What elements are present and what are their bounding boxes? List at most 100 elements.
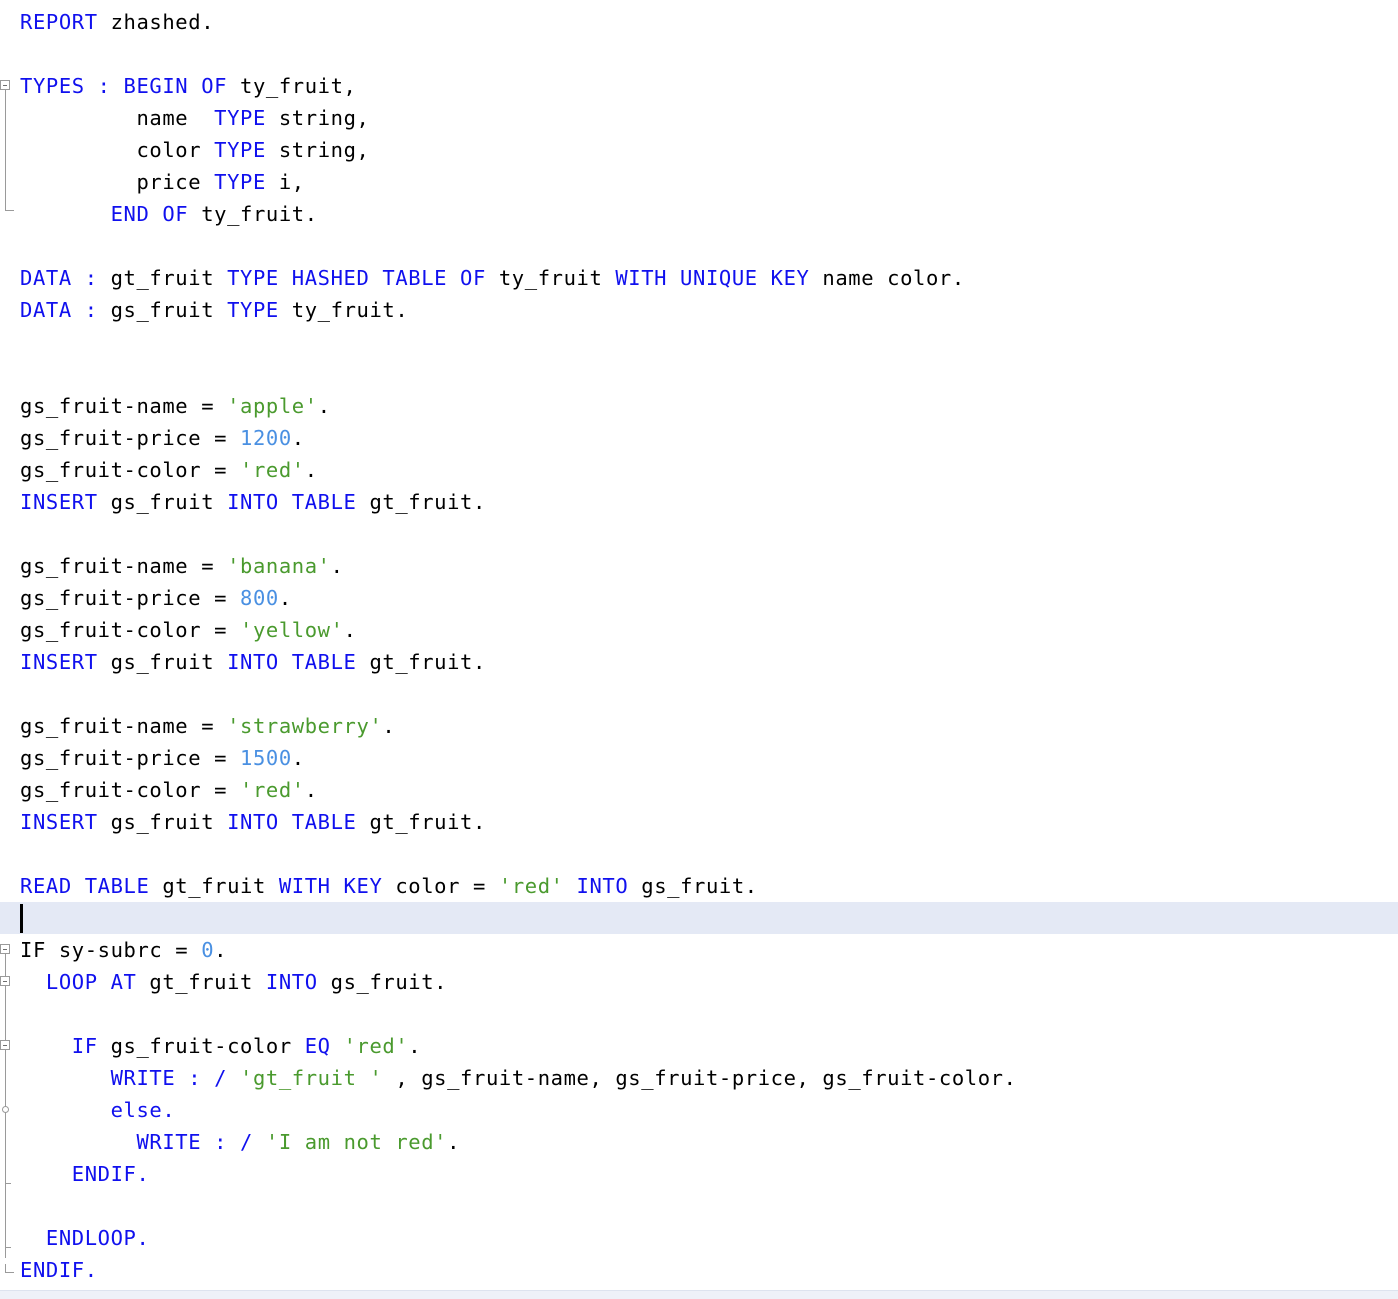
code-text: gs_fruit-color = 'red'. bbox=[20, 454, 318, 486]
code-line[interactable] bbox=[0, 678, 1398, 710]
token-id: . bbox=[317, 394, 331, 418]
code-line[interactable]: gs_fruit-color = 'red'. bbox=[0, 774, 1398, 806]
code-text: gs_fruit-price = 1200. bbox=[20, 422, 305, 454]
token-kw: TYPES : BEGIN OF bbox=[20, 74, 228, 98]
token-id: color bbox=[20, 138, 215, 162]
token-id: gs_fruit-price = bbox=[20, 426, 241, 450]
code-line[interactable]: gs_fruit-color = 'red'. bbox=[0, 454, 1398, 486]
code-line[interactable]: END OF ty_fruit. bbox=[0, 198, 1398, 230]
token-kw: TYPE bbox=[214, 106, 266, 130]
token-id: , gs_fruit-name, gs_fruit-price, gs_frui… bbox=[382, 1066, 1017, 1090]
token-id bbox=[227, 1066, 240, 1090]
code-line[interactable] bbox=[0, 230, 1398, 262]
token-str: 'red' bbox=[343, 1034, 409, 1058]
token-id: gt_fruit. bbox=[356, 810, 486, 834]
token-id bbox=[253, 1130, 266, 1154]
code-line[interactable]: gs_fruit-price = 1500. bbox=[0, 742, 1398, 774]
code-line[interactable]: ENDLOOP. bbox=[0, 1222, 1398, 1254]
token-id: gs_fruit-name = bbox=[20, 554, 228, 578]
code-line[interactable]: READ TABLE gt_fruit WITH KEY color = 're… bbox=[0, 870, 1398, 902]
token-kw: INTO bbox=[265, 970, 318, 994]
code-line[interactable]: gs_fruit-name = 'banana'. bbox=[0, 550, 1398, 582]
code-line[interactable] bbox=[0, 998, 1398, 1030]
token-id: string, bbox=[265, 106, 370, 130]
code-line[interactable]: gs_fruit-name = 'strawberry'. bbox=[0, 710, 1398, 742]
code-text: IF sy-subrc = 0. bbox=[20, 934, 227, 966]
code-text: gs_fruit-name = 'apple'. bbox=[20, 390, 331, 422]
token-id: IF bbox=[20, 938, 46, 962]
code-line[interactable]: gs_fruit-price = 1200. bbox=[0, 422, 1398, 454]
code-line[interactable]: INSERT gs_fruit INTO TABLE gt_fruit. bbox=[0, 486, 1398, 518]
code-line[interactable]: DATA : gt_fruit TYPE HASHED TABLE OF ty_… bbox=[0, 262, 1398, 294]
token-kw: END OF bbox=[20, 202, 189, 226]
code-text: else. bbox=[20, 1094, 175, 1126]
token-id: price bbox=[20, 170, 215, 194]
code-line[interactable]: gs_fruit-color = 'yellow'. bbox=[0, 614, 1398, 646]
code-line[interactable]: gs_fruit-name = 'apple'. bbox=[0, 390, 1398, 422]
code-text: DATA : gt_fruit TYPE HASHED TABLE OF ty_… bbox=[20, 262, 965, 294]
token-id: name color. bbox=[809, 266, 965, 290]
token-id: gs_fruit bbox=[97, 298, 228, 322]
code-line[interactable]: ENDIF. bbox=[0, 1254, 1398, 1286]
token-kw: INTO bbox=[576, 874, 629, 898]
token-kw: WITH KEY bbox=[278, 874, 383, 898]
token-id: gs_fruit bbox=[97, 810, 228, 834]
code-line[interactable] bbox=[0, 358, 1398, 390]
code-text: gs_fruit-name = 'strawberry'. bbox=[20, 710, 395, 742]
token-id: . bbox=[291, 426, 305, 450]
token-str: 'yellow' bbox=[240, 618, 344, 642]
code-line[interactable]: else. bbox=[0, 1094, 1398, 1126]
token-kw: else. bbox=[20, 1098, 176, 1122]
token-id: gs_fruit-name = bbox=[20, 714, 228, 738]
code-line[interactable]: INSERT gs_fruit INTO TABLE gt_fruit. bbox=[0, 806, 1398, 838]
code-text: ENDIF. bbox=[20, 1158, 149, 1190]
code-editor[interactable]: REPORT zhashed. TYPES : BEGIN OF ty_fruit… bbox=[0, 0, 1398, 1290]
token-id: gs_fruit-color = bbox=[20, 458, 241, 482]
token-id: . bbox=[343, 618, 357, 642]
code-line[interactable]: LOOP AT gt_fruit INTO gs_fruit. bbox=[0, 966, 1398, 998]
token-id: gt_fruit bbox=[136, 970, 266, 994]
token-str: 'I am not red' bbox=[265, 1130, 448, 1154]
token-str: 'red' bbox=[240, 458, 305, 482]
token-id: gs_fruit-color bbox=[97, 1034, 305, 1058]
token-kw: INSERT bbox=[20, 490, 98, 514]
token-id: i, bbox=[265, 170, 305, 194]
token-id: ty_fruit bbox=[485, 266, 616, 290]
code-line[interactable]: name TYPE string, bbox=[0, 102, 1398, 134]
token-kw: TYPE bbox=[214, 170, 266, 194]
code-line[interactable] bbox=[0, 1190, 1398, 1222]
code-line[interactable]: IF sy-subrc = 0. bbox=[0, 934, 1398, 966]
token-id: gs_fruit-price = bbox=[20, 586, 241, 610]
code-line[interactable]: price TYPE i, bbox=[0, 166, 1398, 198]
code-line[interactable] bbox=[0, 518, 1398, 550]
token-kw: INSERT bbox=[20, 650, 98, 674]
code-line[interactable] bbox=[0, 838, 1398, 870]
token-kw: DATA : bbox=[20, 298, 98, 322]
token-id: . bbox=[304, 778, 318, 802]
code-line[interactable] bbox=[0, 38, 1398, 70]
token-kw: ENDLOOP. bbox=[20, 1226, 150, 1250]
code-line[interactable]: WRITE : / 'I am not red'. bbox=[0, 1126, 1398, 1158]
token-kw: TYPE bbox=[214, 138, 266, 162]
code-text: INSERT gs_fruit INTO TABLE gt_fruit. bbox=[20, 486, 486, 518]
token-id: string, bbox=[265, 138, 370, 162]
code-line[interactable]: TYPES : BEGIN OF ty_fruit, bbox=[0, 70, 1398, 102]
code-line[interactable]: WRITE : / 'gt_fruit ' , gs_fruit-name, g… bbox=[0, 1062, 1398, 1094]
token-id: gt_fruit. bbox=[356, 490, 486, 514]
code-line[interactable]: REPORT zhashed. bbox=[0, 6, 1398, 38]
token-kw: INSERT bbox=[20, 810, 98, 834]
code-line[interactable]: DATA : gs_fruit TYPE ty_fruit. bbox=[0, 294, 1398, 326]
token-kw: INTO TABLE bbox=[227, 810, 357, 834]
code-line[interactable]: color TYPE string, bbox=[0, 134, 1398, 166]
code-line[interactable]: gs_fruit-price = 800. bbox=[0, 582, 1398, 614]
code-line[interactable]: IF gs_fruit-color EQ 'red'. bbox=[0, 1030, 1398, 1062]
token-num: 800 bbox=[240, 586, 279, 610]
token-id: zhashed. bbox=[97, 10, 215, 34]
code-text: INSERT gs_fruit INTO TABLE gt_fruit. bbox=[20, 646, 486, 678]
code-line[interactable]: ENDIF. bbox=[0, 1158, 1398, 1190]
code-text: IF gs_fruit-color EQ 'red'. bbox=[20, 1030, 421, 1062]
code-line[interactable] bbox=[0, 902, 1398, 934]
token-id: gs_fruit-price = bbox=[20, 746, 241, 770]
code-line[interactable] bbox=[0, 326, 1398, 358]
code-line[interactable]: INSERT gs_fruit INTO TABLE gt_fruit. bbox=[0, 646, 1398, 678]
